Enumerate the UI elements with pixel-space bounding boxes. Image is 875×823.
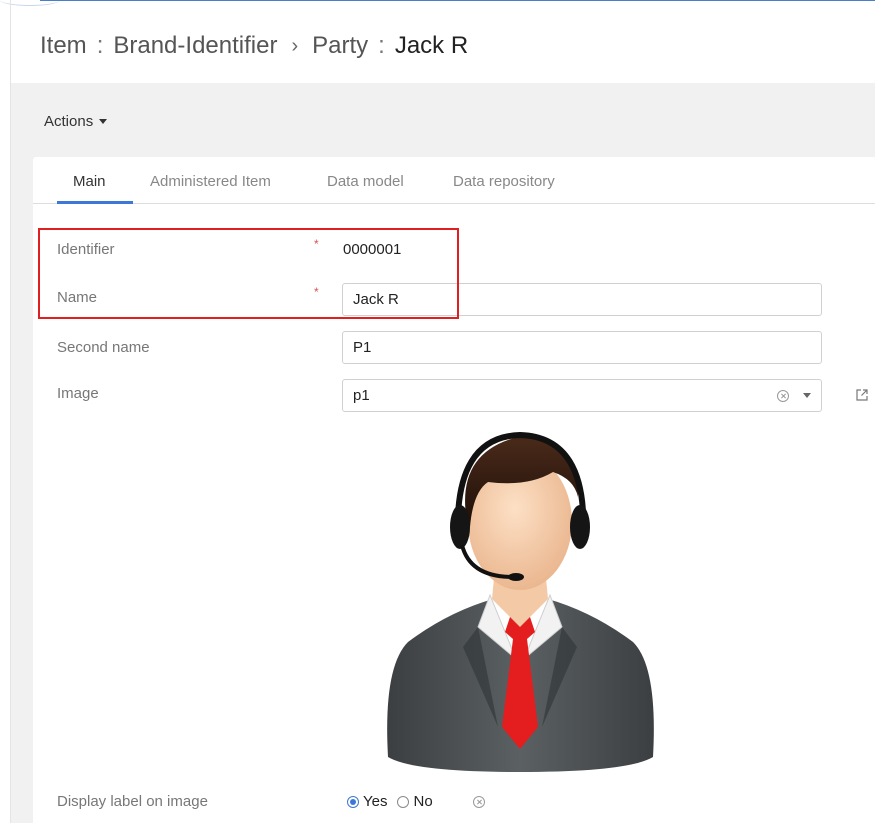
active-tab-indicator	[57, 201, 133, 204]
display-label-radio-group: Yes No	[347, 793, 485, 810]
breadcrumb: Item : Brand-Identifier › Party : Jack R	[40, 30, 468, 62]
caret-down-icon	[99, 119, 108, 124]
window-top-border	[40, 0, 875, 1]
tab-administered-item[interactable]: Administered Item	[150, 173, 271, 190]
breadcrumb-separator: :	[96, 32, 104, 59]
radio-no-label: No	[413, 793, 433, 810]
tab-data-model[interactable]: Data model	[327, 173, 404, 190]
radio-yes-label: Yes	[363, 793, 388, 810]
radio-unchecked-icon	[397, 795, 410, 808]
party-avatar-image	[387, 431, 654, 772]
breadcrumb-dataset[interactable]: Brand-Identifier	[113, 30, 277, 62]
highlight-annotation-box	[38, 228, 459, 319]
second-name-label: Second name	[57, 339, 150, 356]
chevron-down-icon[interactable]	[803, 393, 811, 398]
clear-circle-icon[interactable]	[472, 795, 485, 808]
image-select-controls	[777, 389, 811, 402]
image-select-value: p1	[353, 387, 370, 404]
breadcrumb-current-record: Jack R	[394, 32, 469, 59]
breadcrumb-separator: :	[378, 32, 385, 59]
breadcrumb-item-label[interactable]: Item	[40, 30, 87, 62]
tab-main[interactable]: Main	[73, 173, 106, 190]
radio-no[interactable]: No	[397, 793, 433, 810]
display-label-on-image-label: Display label on image	[57, 793, 208, 810]
second-name-field[interactable]: P1	[342, 331, 822, 364]
breadcrumb-arrow-icon: ›	[291, 35, 299, 57]
radio-yes[interactable]: Yes	[347, 793, 387, 810]
image-label: Image	[57, 385, 99, 402]
actions-menu-button[interactable]: Actions	[44, 113, 108, 130]
tab-bar: Main Administered Item Data model Data r…	[33, 157, 875, 204]
external-link-icon[interactable]	[855, 388, 869, 402]
breadcrumb-party-label[interactable]: Party	[312, 30, 368, 62]
actions-label: Actions	[44, 113, 94, 130]
second-name-field-value: P1	[353, 339, 372, 356]
record-panel: Main Administered Item Data model Data r…	[33, 157, 875, 823]
image-select[interactable]: p1	[342, 379, 822, 412]
clear-circle-icon[interactable]	[777, 389, 789, 402]
tab-data-repository[interactable]: Data repository	[453, 173, 555, 190]
radio-checked-icon	[347, 795, 359, 808]
